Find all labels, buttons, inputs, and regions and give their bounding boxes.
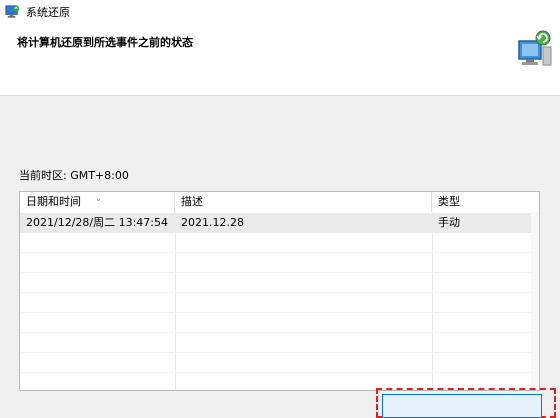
cell-type: 手动: [438, 216, 460, 229]
row-divider: [20, 332, 533, 333]
column-header-type[interactable]: 类型: [432, 192, 539, 212]
column-header-description[interactable]: 描述: [175, 192, 432, 212]
row-divider: [20, 372, 533, 373]
title-bar: 系统还原: [0, 0, 560, 22]
row-divider: [20, 272, 533, 273]
column-divider: [432, 212, 433, 390]
system-restore-icon: [518, 30, 552, 66]
page-heading: 将计算机还原到所选事件之前的状态: [17, 36, 193, 49]
system-restore-icon: [5, 5, 20, 18]
restore-points-table[interactable]: 日期和时间 ⌄ 描述 类型 2021/12/28/周二 13:47:54 202…: [19, 191, 540, 391]
row-divider: [20, 352, 533, 353]
table-row[interactable]: 2021/12/28/周二 13:47:54 2021.12.28 手动: [20, 213, 533, 233]
column-header-date[interactable]: 日期和时间 ⌄: [20, 192, 175, 212]
cell-description: 2021.12.28: [181, 216, 244, 229]
row-divider: [20, 312, 533, 313]
chevron-down-icon: ⌄: [95, 194, 102, 203]
table-header: 日期和时间 ⌄ 描述 类型: [20, 192, 539, 212]
header-panel: 将计算机还原到所选事件之前的状态: [0, 22, 560, 96]
cell-date: 2021/12/28/周二 13:47:54: [26, 216, 169, 229]
row-divider: [20, 252, 533, 253]
column-divider: [175, 212, 176, 390]
row-divider: [20, 292, 533, 293]
window-title: 系统还原: [26, 6, 70, 19]
scrollbar-track[interactable]: [531, 212, 539, 390]
scan-affected-programs-button[interactable]: [382, 394, 542, 418]
timezone-label: 当前时区: GMT+8:00: [19, 169, 129, 182]
